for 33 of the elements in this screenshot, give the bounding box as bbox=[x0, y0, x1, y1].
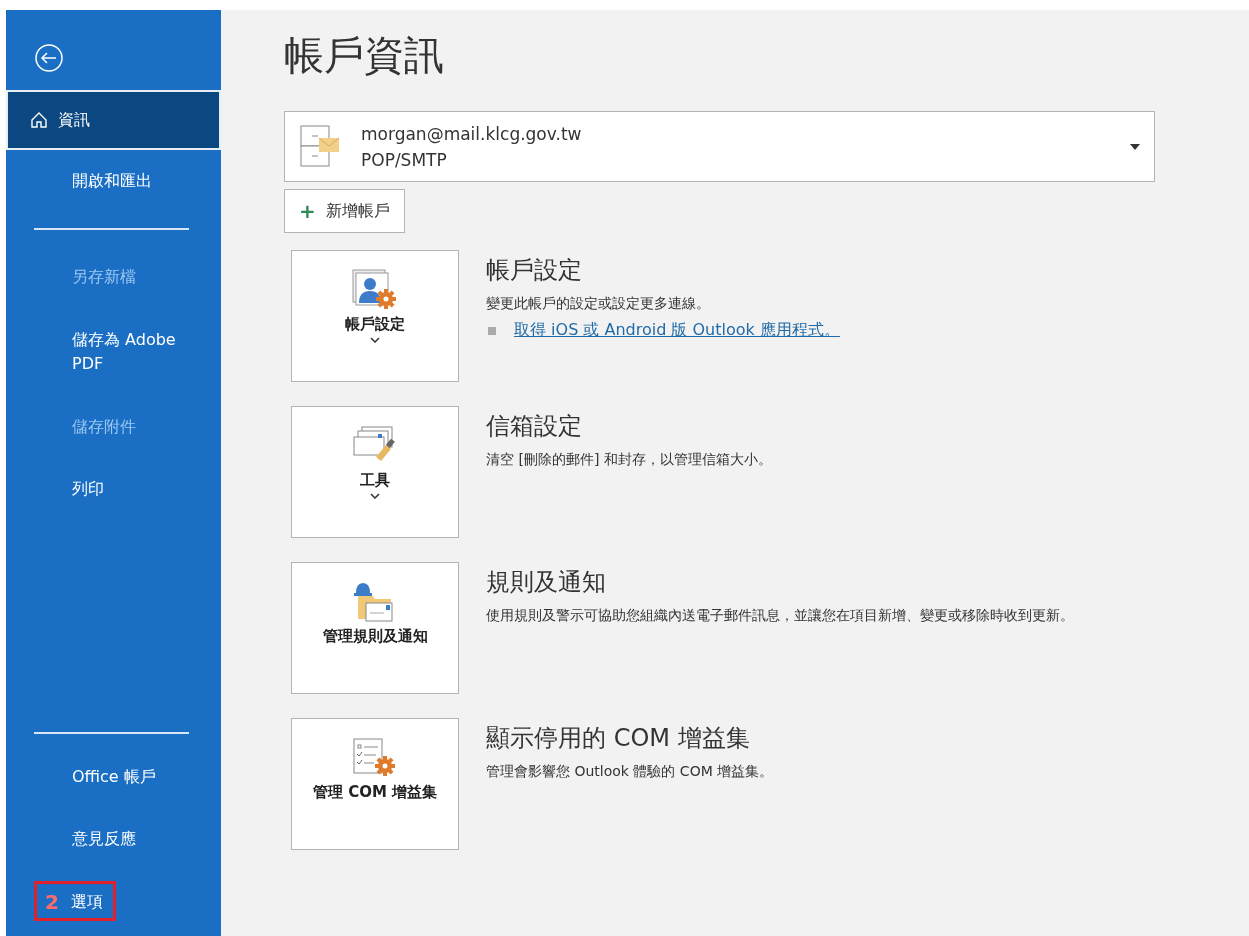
menu-item[interactable]: 資訊 bbox=[6, 90, 221, 150]
menu-item[interactable]: 選項 bbox=[70, 890, 103, 914]
menu-item[interactable]: 開啟和匯出 bbox=[6, 150, 221, 212]
add-account-button[interactable]: + 新增帳戶 bbox=[284, 189, 405, 233]
section-description: 變更此帳戶的設定或設定更多連線。 bbox=[486, 294, 711, 313]
section-title: 顯示停用的 COM 增益集 bbox=[486, 723, 751, 754]
home-icon bbox=[30, 111, 48, 129]
chevron-down-icon bbox=[370, 337, 380, 343]
account-email: morgan@mail.klcg.gov.tw bbox=[361, 123, 583, 144]
dropdown-caret-icon bbox=[1130, 143, 1140, 150]
annotation-number: 2 bbox=[45, 890, 59, 914]
account-dropdown[interactable]: morgan@mail.klcg.gov.tw POP/SMTP bbox=[284, 111, 1155, 182]
section-description: 管理會影響您 Outlook 體驗的 COM 增益集。 bbox=[486, 762, 774, 781]
section-button[interactable]: 管理 COM 增益集 bbox=[291, 718, 459, 850]
section-button[interactable]: 工具 bbox=[291, 406, 459, 538]
section-button[interactable]: 管理規則及通知 bbox=[291, 562, 459, 694]
menu-item[interactable]: 意見反應 bbox=[6, 808, 221, 870]
bullet-icon bbox=[488, 326, 496, 335]
section-title: 規則及通知 bbox=[486, 567, 607, 598]
section-button[interactable]: 帳戶設定 bbox=[291, 250, 459, 382]
page-title: 帳戶資訊 bbox=[284, 31, 445, 80]
chevron-down-icon bbox=[370, 493, 380, 499]
menu-item[interactable]: 儲存為 Adobe PDF bbox=[6, 308, 221, 396]
app-link[interactable]: 取得 iOS 或 Android 版 Outlook 應用程式。 bbox=[514, 320, 840, 341]
back-icon[interactable] bbox=[34, 43, 64, 73]
menu-item[interactable]: Office 帳戶 bbox=[6, 746, 221, 808]
mail-cabinet-icon bbox=[299, 123, 341, 170]
section-description: 使用規則及警示可協助您組織內送電子郵件訊息，並讓您在項目新增、變更或移除時收到更新。 bbox=[486, 606, 1074, 625]
account-type: POP/SMTP bbox=[361, 149, 448, 170]
section-description: 清空 [刪除的郵件] 和封存，以管理信箱大小。 bbox=[486, 450, 772, 469]
section-title: 信箱設定 bbox=[486, 411, 583, 442]
section-title: 帳戶設定 bbox=[486, 255, 583, 286]
menu-item[interactable]: 列印 bbox=[6, 458, 221, 520]
